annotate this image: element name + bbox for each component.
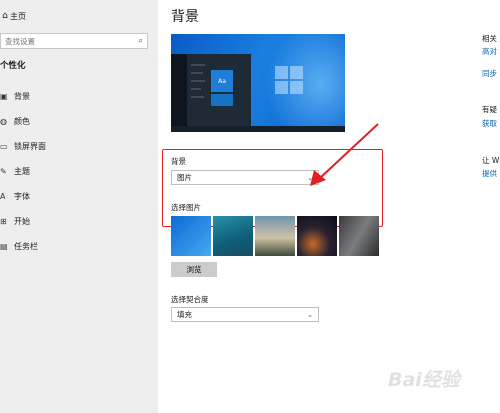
feedback-link[interactable]: 提供 [482, 168, 497, 179]
preview-strip [171, 54, 187, 126]
sidebar-item-label: 字体 [14, 191, 30, 201]
sidebar-item-fonts[interactable]: A 字体 [0, 188, 150, 204]
preview-tile [211, 94, 233, 106]
get-help-link[interactable]: 获取 [482, 118, 497, 129]
sidebar-item-label: 锁屏界面 [14, 141, 46, 151]
sync-settings-link[interactable]: 同步 [482, 68, 497, 79]
picture-thumbnail[interactable] [339, 216, 379, 256]
preview-line [191, 88, 201, 90]
annotation-arrow [310, 123, 379, 186]
search-input[interactable] [5, 36, 125, 46]
sidebar-item-label: 开始 [14, 216, 30, 226]
sidebar-item-label: 颜色 [14, 116, 30, 126]
search-box[interactable]: ⌕ [0, 33, 148, 49]
desktop-preview: Aa [171, 34, 345, 132]
sidebar-item-start[interactable]: ⊞ 开始 [0, 213, 150, 229]
page-title: 背景 [171, 9, 199, 25]
sidebar-item-colors[interactable]: ◍ 颜色 [0, 113, 150, 129]
sidebar-item-taskbar[interactable]: ▤ 任务栏 [0, 238, 150, 254]
feedback-heading: 让 W [482, 156, 500, 165]
windows-logo-icon [275, 66, 303, 94]
sidebar-item-lockscreen[interactable]: ▭ 锁屏界面 [0, 138, 150, 154]
fit-dropdown[interactable]: 填充 ⌄ [171, 307, 319, 322]
picture-icon: ▣ [0, 91, 8, 101]
palette-icon: ◍ [0, 116, 7, 126]
preview-line [191, 96, 204, 98]
high-contrast-link[interactable]: 高对 [482, 46, 497, 57]
picture-thumbnail[interactable] [213, 216, 253, 256]
chevron-down-icon: ⌄ [307, 310, 313, 319]
start-grid-icon: ⊞ [0, 216, 7, 226]
sidebar-item-label: 主题 [14, 166, 30, 176]
fit-label: 选择契合度 [171, 295, 209, 304]
section-title: 个性化 [0, 61, 26, 71]
search-icon[interactable]: ⌕ [139, 36, 143, 46]
picture-thumbnail[interactable] [255, 216, 295, 256]
preview-start-menu: Aa [171, 54, 251, 126]
watermark: Bai经验 [388, 369, 460, 391]
preview-glow [261, 34, 345, 132]
help-heading: 有疑 [482, 105, 497, 114]
preview-line [191, 72, 203, 74]
sidebar-item-themes[interactable]: ✎ 主题 [0, 163, 150, 179]
preview-line [191, 64, 205, 66]
sidebar-item-background[interactable]: ▣ 背景 [0, 88, 150, 104]
font-icon: A [0, 191, 6, 201]
theme-brush-icon: ✎ [0, 166, 7, 176]
picture-thumbnails [171, 216, 381, 256]
home-label: 主页 [10, 11, 26, 21]
sidebar-item-label: 任务栏 [14, 241, 38, 251]
fit-dropdown-value: 填充 [177, 310, 192, 319]
choose-picture-label: 选择图片 [171, 203, 201, 212]
home-icon: ⌂ [2, 11, 8, 21]
sidebar-item-label: 背景 [14, 91, 30, 101]
preview-tile: Aa [211, 70, 233, 92]
lock-screen-icon: ▭ [0, 141, 8, 151]
sidebar: ⌂ 主页 ⌕ 个性化 ▣ 背景 ◍ 颜色 ▭ 锁屏界面 ✎ 主题 A 字体 ⊞ … [0, 0, 158, 413]
taskbar-icon: ▤ [0, 241, 8, 251]
related-settings-heading: 相关 [482, 34, 497, 43]
browse-button[interactable]: 浏览 [171, 262, 217, 277]
preview-line [191, 80, 205, 82]
sidebar-home[interactable]: ⌂ 主页 [0, 8, 26, 24]
picture-thumbnail[interactable] [171, 216, 211, 256]
picture-thumbnail[interactable] [297, 216, 337, 256]
